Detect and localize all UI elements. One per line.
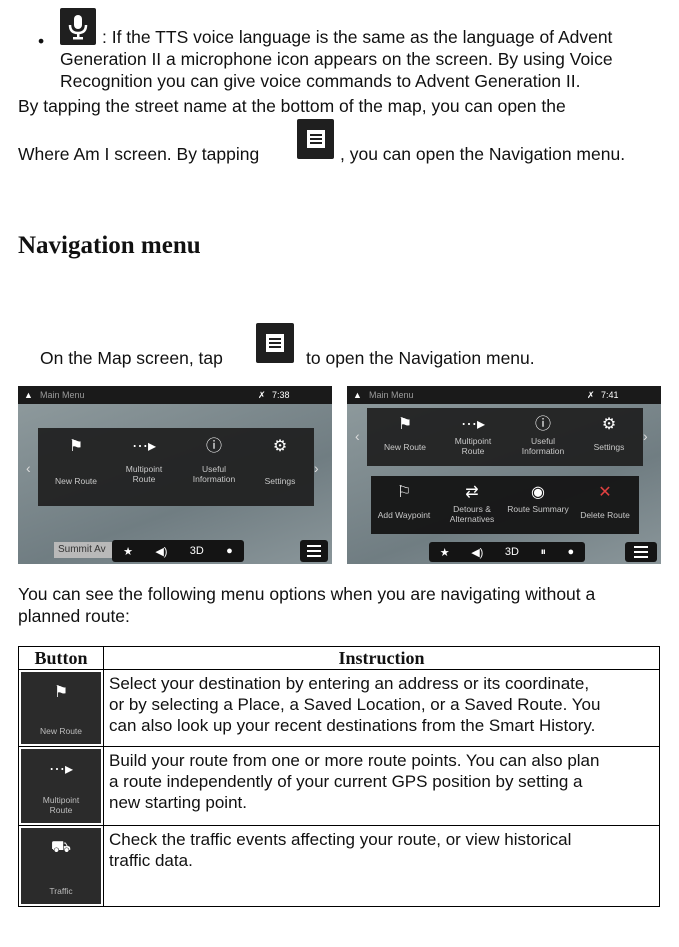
chevron-left-icon[interactable]: ‹ bbox=[26, 460, 31, 476]
gear-icon: ⚙ bbox=[601, 416, 617, 433]
route-summary-icon: ◉ bbox=[531, 484, 545, 501]
multipoint-route-button: ⋯▸ Multipoint Route bbox=[21, 749, 101, 823]
options-intro-line1: You can see the following menu options w… bbox=[18, 584, 596, 604]
bottom-toolbar: ★ ◀) 3D ⏸ ● bbox=[429, 542, 585, 562]
multipoint-icon: ⋯▸ bbox=[48, 761, 74, 778]
pause-icon[interactable]: ⏸ bbox=[540, 546, 546, 559]
instruction-cell: Select your destination by entering an a… bbox=[103, 669, 660, 747]
mic-text-line2: Generation II a microphone icon appears … bbox=[60, 49, 613, 69]
mic-text-line3: Recognition you can give voice commands … bbox=[60, 71, 581, 91]
user-icon[interactable]: ● bbox=[226, 545, 233, 557]
screenshot-main-menu-route: ▲ Main Menu ✗ 7:41 ⚑ New Route ⋯▸ Multip… bbox=[347, 386, 661, 564]
map-instruction-b: to open the Navigation menu. bbox=[306, 348, 535, 368]
menu-icon bbox=[297, 119, 334, 159]
star-icon[interactable]: ★ bbox=[123, 545, 133, 558]
clock: 7:38 bbox=[272, 390, 290, 400]
menu-item-multipoint-route[interactable]: ⋯▸ Multipoint Route bbox=[114, 436, 174, 484]
flag-icon: ⚑ bbox=[68, 438, 84, 455]
delete-route-icon: ✕ bbox=[598, 484, 612, 501]
status-bar: ▲ Main Menu ✗ 7:38 bbox=[18, 386, 332, 404]
flag-icon: ⚑ bbox=[397, 416, 413, 433]
chevron-right-icon[interactable]: › bbox=[643, 428, 648, 444]
bluetooth-icon: ✗ bbox=[587, 390, 595, 400]
table-row: ⚑ New Route Select your destination by e… bbox=[18, 669, 660, 747]
table-header-row: Button Instruction bbox=[18, 646, 660, 670]
chevron-right-icon[interactable]: › bbox=[314, 460, 319, 476]
flag-icon: ⚑ bbox=[53, 684, 69, 701]
menu-item-add-waypoint[interactable]: ⚐ Add Waypoint bbox=[373, 482, 435, 520]
multipoint-icon: ⋯▸ bbox=[131, 438, 157, 455]
main-menu-panel: ⚑ New Route ⋯▸ Multipoint Route ⓘ Useful… bbox=[38, 428, 314, 506]
header-instruction: Instruction bbox=[103, 646, 660, 670]
screenshot-main-menu: ▲ Main Menu ✗ 7:38 ⚑ New Route ⋯▸ Multip… bbox=[18, 386, 332, 564]
waypoint-icon: ⚐ bbox=[396, 484, 412, 501]
microphone-icon bbox=[60, 8, 96, 45]
options-intro-line2: planned route: bbox=[18, 606, 130, 626]
main-menu-panel: ⚑ New Route ⋯▸ Multipoint Route ⓘ Useful… bbox=[367, 408, 643, 466]
menu-item-detours[interactable]: ⇄ Detours & Alternatives bbox=[441, 482, 503, 524]
traffic-icon: ⛟ bbox=[50, 839, 72, 856]
menu-item-useful-information[interactable]: ⓘ Useful Information bbox=[511, 414, 575, 456]
info-icon: ⓘ bbox=[534, 416, 551, 433]
header-title: Main Menu bbox=[369, 390, 414, 400]
street-text-line2b: , you can open the Navigation menu. bbox=[340, 144, 626, 164]
gear-icon: ⚙ bbox=[272, 438, 288, 455]
street-text-line1: By tapping the street name at the bottom… bbox=[18, 96, 566, 116]
volume-icon[interactable]: ◀) bbox=[155, 545, 167, 558]
menu-item-settings[interactable]: ⚙ Settings bbox=[579, 414, 639, 452]
map-instruction-a: On the Map screen, tap bbox=[40, 348, 223, 368]
menu-item-new-route[interactable]: ⚑ New Route bbox=[46, 436, 106, 486]
chevron-left-icon[interactable]: ‹ bbox=[355, 428, 360, 444]
menu-item-multipoint-route[interactable]: ⋯▸ Multipoint Route bbox=[443, 414, 503, 456]
mic-text-line1: : If the TTS voice language is the same … bbox=[102, 27, 613, 47]
menu-button[interactable] bbox=[625, 542, 657, 562]
header-title: Main Menu bbox=[40, 390, 85, 400]
volume-icon[interactable]: ◀) bbox=[471, 546, 483, 559]
instruction-cell: Build your route from one or more route … bbox=[103, 746, 660, 826]
instruction-cell: Check the traffic events affecting your … bbox=[103, 825, 660, 907]
section-title: Navigation menu bbox=[18, 232, 201, 259]
3d-button[interactable]: 3D bbox=[505, 546, 519, 558]
up-arrow-icon: ▲ bbox=[24, 390, 33, 400]
detour-icon: ⇄ bbox=[465, 484, 479, 501]
menu-item-settings[interactable]: ⚙ Settings bbox=[250, 436, 310, 486]
new-route-button: ⚑ New Route bbox=[21, 672, 101, 744]
bluetooth-icon: ✗ bbox=[258, 390, 266, 400]
menu-button[interactable] bbox=[300, 540, 328, 562]
star-icon[interactable]: ★ bbox=[440, 546, 450, 559]
menu-options-table: Button Instruction ⚑ New Route Select yo… bbox=[18, 646, 660, 907]
menu-item-route-summary[interactable]: ◉ Route Summary bbox=[507, 482, 569, 514]
route-submenu-panel: ⚐ Add Waypoint ⇄ Detours & Alternatives … bbox=[371, 476, 639, 534]
menu-item-delete-route[interactable]: ✕ Delete Route bbox=[573, 482, 637, 520]
menu-item-new-route[interactable]: ⚑ New Route bbox=[375, 414, 435, 452]
clock: 7:41 bbox=[601, 390, 619, 400]
table-row: ⛟ Traffic Check the traffic events affec… bbox=[18, 825, 660, 907]
bullet: • bbox=[38, 31, 45, 51]
status-bar: ▲ Main Menu ✗ 7:41 bbox=[347, 386, 661, 404]
table-row: ⋯▸ Multipoint Route Build your route from… bbox=[18, 746, 660, 826]
multipoint-icon: ⋯▸ bbox=[460, 416, 486, 433]
up-arrow-icon: ▲ bbox=[353, 390, 362, 400]
user-icon[interactable]: ● bbox=[568, 546, 575, 558]
menu-item-useful-information[interactable]: ⓘ Useful Information bbox=[182, 436, 246, 484]
3d-button[interactable]: 3D bbox=[190, 545, 204, 557]
menu-icon bbox=[256, 323, 294, 363]
traffic-button: ⛟ Traffic bbox=[21, 828, 101, 904]
bottom-toolbar: ★ ◀) 3D ● bbox=[112, 540, 244, 562]
header-button: Button bbox=[18, 646, 104, 670]
street-text-line2a: Where Am I screen. By tapping bbox=[18, 144, 260, 164]
info-icon: ⓘ bbox=[205, 438, 222, 455]
